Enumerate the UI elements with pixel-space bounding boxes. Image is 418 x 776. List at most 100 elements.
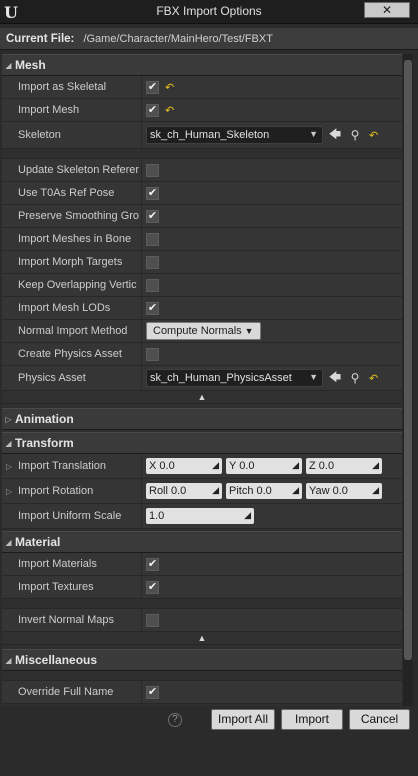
field-value: X 0.0 xyxy=(149,460,175,472)
current-file-value: /Game/Character/MainHero/Test/FBXT xyxy=(83,33,273,45)
browse-search-icon[interactable]: ⚲ xyxy=(347,127,363,143)
advanced-expander[interactable]: ▲ xyxy=(2,391,402,404)
physics-asset-value: sk_ch_Human_PhysicsAsset xyxy=(150,372,292,384)
import-mesh-lods-checkbox[interactable]: ✔ xyxy=(146,301,159,315)
row-update-skeleton: Update Skeleton Referer xyxy=(2,159,402,182)
category-animation[interactable]: ▷ Animation xyxy=(2,408,402,430)
row-import-uniform-scale: Import Uniform Scale 1.0 ◢ xyxy=(2,504,402,529)
advanced-expander[interactable]: ▲ xyxy=(2,632,402,645)
reset-default-icon[interactable]: ↶ xyxy=(369,129,378,142)
import-mesh-checkbox[interactable]: ✔ xyxy=(146,103,159,117)
property-label: Override Full Name xyxy=(2,681,142,703)
resize-icon: ◢ xyxy=(292,485,299,495)
category-material[interactable]: ◢ Material xyxy=(2,531,402,553)
row-import-textures: Import Textures ✔ xyxy=(2,576,402,599)
preserve-smoothing-checkbox[interactable]: ✔ xyxy=(146,209,159,223)
property-label: Import Uniform Scale xyxy=(2,504,142,528)
row-import-rotation: ▷ Import Rotation Roll 0.0 ◢ Pitch 0.0 ◢ Y… xyxy=(2,479,402,504)
help-icon[interactable]: ? xyxy=(168,713,182,727)
expand-icon: ▷ xyxy=(5,414,12,424)
field-value: Pitch 0.0 xyxy=(229,485,272,497)
reset-default-icon[interactable]: ↶ xyxy=(165,81,174,94)
category-title: Miscellaneous xyxy=(15,653,98,667)
collapse-icon: ◢ xyxy=(5,537,12,547)
category-title: Transform xyxy=(15,436,74,450)
import-materials-checkbox[interactable]: ✔ xyxy=(146,557,159,571)
rotation-yaw-field[interactable]: Yaw 0.0 ◢ xyxy=(306,483,382,499)
use-selected-arrow-icon[interactable]: 🡄 xyxy=(327,370,343,386)
title-bar: U FBX Import Options ✕ xyxy=(0,0,418,24)
category-miscellaneous[interactable]: ◢ Miscellaneous xyxy=(2,649,402,671)
resize-icon: ◢ xyxy=(212,485,219,495)
import-as-skeletal-checkbox[interactable]: ✔ xyxy=(146,80,159,94)
property-label: Create Physics Asset xyxy=(2,343,142,365)
resize-icon: ◢ xyxy=(292,460,299,470)
chevron-up-icon: ▲ xyxy=(197,392,207,402)
scrollbar-thumb[interactable] xyxy=(404,60,412,660)
import-morph-checkbox[interactable] xyxy=(146,255,159,269)
row-import-translation: ▷ Import Translation X 0.0 ◢ Y 0.0 ◢ Z 0.0… xyxy=(2,454,402,479)
separator xyxy=(2,149,402,159)
scrollbar[interactable] xyxy=(403,54,413,706)
normal-import-method-dropdown[interactable]: Compute Normals ▼ xyxy=(146,322,261,340)
property-label: Update Skeleton Referer xyxy=(2,159,142,181)
reset-default-icon[interactable]: ↶ xyxy=(369,372,378,385)
property-label: Invert Normal Maps xyxy=(2,609,142,631)
uniform-scale-field[interactable]: 1.0 ◢ xyxy=(146,508,254,524)
separator xyxy=(2,599,402,609)
property-label: Physics Asset xyxy=(2,366,142,390)
dropdown-arrow-icon: ▼ xyxy=(309,372,318,382)
category-mesh[interactable]: ◢ Mesh xyxy=(2,54,402,76)
translation-z-field[interactable]: Z 0.0 ◢ xyxy=(306,458,382,474)
property-label: Import Mesh xyxy=(2,99,142,121)
translation-x-field[interactable]: X 0.0 ◢ xyxy=(146,458,222,474)
property-label-text: Import Rotation xyxy=(18,485,94,497)
use-t0as-checkbox[interactable]: ✔ xyxy=(146,186,159,200)
row-skeleton: Skeleton sk_ch_Human_Skeleton ▼ 🡄 ⚲ ↶ xyxy=(2,122,402,149)
resize-icon: ◢ xyxy=(372,460,379,470)
expand-icon[interactable]: ▷ xyxy=(6,462,18,471)
translation-y-field[interactable]: Y 0.0 ◢ xyxy=(226,458,302,474)
use-selected-arrow-icon[interactable]: 🡄 xyxy=(327,127,343,143)
keep-overlapping-checkbox[interactable] xyxy=(146,278,159,292)
options-panel: ◢ Mesh Import as Skeletal ✔ ↶ Import Mes… xyxy=(2,54,402,706)
row-invert-normal-maps: Invert Normal Maps xyxy=(2,609,402,632)
rotation-roll-field[interactable]: Roll 0.0 ◢ xyxy=(146,483,222,499)
browse-search-icon[interactable]: ⚲ xyxy=(347,370,363,386)
property-label: Import Meshes in Bone xyxy=(2,228,142,250)
close-button[interactable]: ✕ xyxy=(364,2,410,18)
category-transform[interactable]: ◢ Transform xyxy=(2,432,402,454)
update-skeleton-checkbox[interactable] xyxy=(146,163,159,177)
cancel-button[interactable]: Cancel xyxy=(349,709,410,730)
collapse-icon: ◢ xyxy=(5,438,12,448)
skeleton-dropdown[interactable]: sk_ch_Human_Skeleton ▼ xyxy=(146,126,323,144)
collapse-icon: ◢ xyxy=(5,60,12,70)
import-textures-checkbox[interactable]: ✔ xyxy=(146,580,159,594)
current-file-bar: Current File: /Game/Character/MainHero/T… xyxy=(0,28,418,50)
import-button[interactable]: Import xyxy=(281,709,343,730)
override-full-name-checkbox[interactable]: ✔ xyxy=(146,685,159,699)
normal-import-value: Compute Normals xyxy=(153,325,242,337)
import-all-button[interactable]: Import All xyxy=(211,709,275,730)
invert-normal-maps-checkbox[interactable] xyxy=(146,613,159,627)
row-normal-import-method: Normal Import Method Compute Normals ▼ xyxy=(2,320,402,343)
row-keep-overlapping: Keep Overlapping Vertic xyxy=(2,274,402,297)
create-physics-asset-checkbox[interactable] xyxy=(146,347,159,361)
field-value: Y 0.0 xyxy=(229,460,255,472)
category-title: Animation xyxy=(15,412,74,426)
property-label: Use T0As Ref Pose xyxy=(2,182,142,204)
import-meshes-in-bone-checkbox[interactable] xyxy=(146,232,159,246)
reset-default-icon[interactable]: ↶ xyxy=(165,104,174,117)
row-import-materials: Import Materials ✔ xyxy=(2,553,402,576)
property-label: Keep Overlapping Vertic xyxy=(2,274,142,296)
property-label: Import Mesh LODs xyxy=(2,297,142,319)
dropdown-arrow-icon: ▼ xyxy=(244,326,254,336)
expand-icon[interactable]: ▷ xyxy=(6,487,18,496)
resize-icon: ◢ xyxy=(372,485,379,495)
skeleton-value: sk_ch_Human_Skeleton xyxy=(150,129,270,141)
rotation-pitch-field[interactable]: Pitch 0.0 ◢ xyxy=(226,483,302,499)
row-use-t0as: Use T0As Ref Pose ✔ xyxy=(2,182,402,205)
physics-asset-dropdown[interactable]: sk_ch_Human_PhysicsAsset ▼ xyxy=(146,369,323,387)
chevron-up-icon: ▲ xyxy=(197,633,207,643)
property-label: Import Morph Targets xyxy=(2,251,142,273)
